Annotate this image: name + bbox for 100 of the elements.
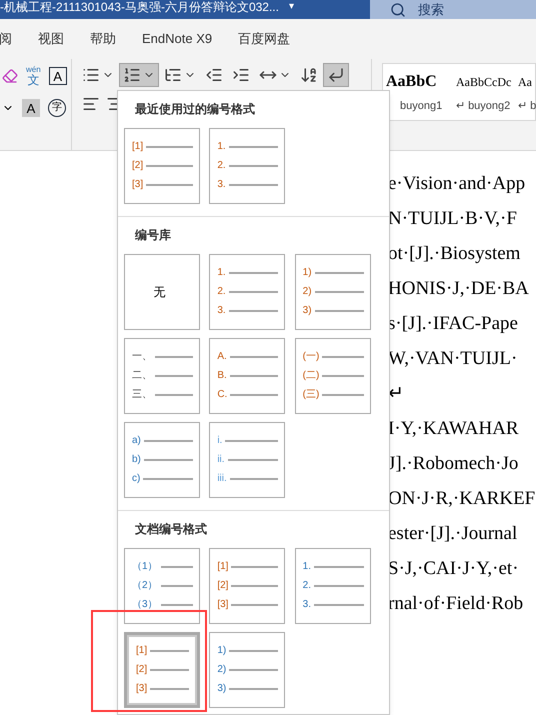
enclose-character-button[interactable]: 字: [48, 99, 66, 117]
menu-tab[interactable]: 帮助: [90, 29, 116, 49]
number-label: 1.: [302, 562, 311, 572]
menu-tab[interactable]: 视图: [38, 29, 64, 49]
number-label: （3）: [132, 600, 158, 610]
bullet-list-icon: [82, 66, 100, 84]
number-label: (三): [302, 390, 320, 400]
section-heading: 文档编号格式: [134, 521, 208, 538]
number-label: 3.: [217, 180, 226, 190]
return-arrow-icon: [327, 66, 345, 84]
numbering-format-option[interactable]: i. ii. iii.: [209, 422, 286, 498]
menu-tab[interactable]: 百度网盘: [238, 29, 290, 49]
decrease-indent-icon: [205, 66, 223, 84]
show-marks-button[interactable]: [323, 63, 349, 87]
number-label: b): [132, 455, 141, 465]
document-text-line: I·Y,·KAWAHAR: [388, 417, 520, 441]
number-label: B.: [217, 371, 227, 381]
option-label: 无: [152, 284, 166, 301]
numbering-format-option[interactable]: 无: [124, 254, 200, 330]
character-border-button[interactable]: A: [48, 67, 67, 85]
section-heading: 最近使用过的编号格式: [134, 101, 256, 118]
numbering-format-option[interactable]: a) b) c): [124, 422, 200, 498]
number-label: 1.: [217, 268, 226, 278]
menu-tab[interactable]: 阅: [0, 29, 12, 49]
number-label: ii.: [217, 455, 225, 465]
section-heading: 编号库: [134, 227, 172, 244]
numbering-format-option[interactable]: [1] [2] [3]: [124, 632, 200, 708]
numbering-format-option[interactable]: 1) 2) 3): [294, 254, 371, 330]
number-label: (二): [302, 371, 320, 381]
number-label: [1]: [217, 562, 228, 572]
menu-tab[interactable]: EndNote X9: [142, 29, 212, 49]
align-left-icon[interactable]: [82, 95, 100, 113]
number-label: 一、: [132, 352, 152, 362]
document-text-line: J].·Robomech·Jo: [388, 452, 520, 476]
number-label: [2]: [136, 665, 148, 675]
document-text-line: HONIS·J,·DE·BA: [388, 277, 530, 301]
numbering-button[interactable]: [119, 63, 159, 87]
numbering-format-option[interactable]: 一、 二、 三、: [124, 338, 200, 414]
numbering-format-option[interactable]: [1] [2] [3]: [209, 548, 286, 624]
number-label: 1): [302, 268, 312, 278]
number-label: 三、: [132, 390, 152, 400]
number-label: 1.: [217, 142, 226, 152]
number-label: 2.: [302, 581, 311, 591]
number-label: 2): [217, 665, 226, 675]
style-option[interactable]: Aa ↵ b: [515, 64, 536, 120]
number-label: 二、: [132, 371, 152, 381]
search-box[interactable]: 搜索: [370, 0, 536, 20]
search-icon: [390, 2, 406, 18]
document-text-line: ot·[J].·Biosystem: [388, 242, 522, 266]
number-label: A.: [217, 352, 227, 362]
window-title: -机械工程-2111301043-马奥强-六月份答辩论文032...: [0, 0, 279, 14]
number-label: [2]: [132, 161, 144, 171]
number-label: 3.: [217, 306, 226, 316]
character-shading-button[interactable]: A: [22, 99, 40, 117]
number-label: 3): [302, 306, 312, 316]
number-label: 3.: [302, 600, 311, 610]
numbering-format-option[interactable]: A. B. C.: [209, 338, 286, 414]
number-label: [1]: [132, 142, 144, 152]
increase-indent-icon: [232, 66, 250, 84]
document-text-line: rnal·of·Field·Rob: [388, 592, 524, 616]
number-label: C.: [217, 390, 228, 400]
style-option[interactable]: AaBbCcDc ↵ buyong2: [453, 64, 515, 120]
number-label: 2.: [217, 161, 226, 171]
number-label: 1): [217, 646, 226, 656]
style-option[interactable]: AaBbC buyong1: [383, 64, 453, 120]
numbering-format-option[interactable]: 1. 2. 3.: [209, 128, 286, 204]
title-caret[interactable]: ▾: [288, 0, 294, 14]
number-label: [3]: [217, 600, 228, 610]
eraser-icon[interactable]: [2, 68, 18, 84]
document-text-line: W,·VAN·TUIJL·: [388, 347, 518, 371]
numbering-format-option[interactable]: 1. 2. 3.: [209, 254, 286, 330]
number-label: [1]: [136, 646, 148, 656]
number-label: a): [132, 436, 141, 446]
number-label: [2]: [217, 581, 228, 591]
numbered-list-icon: [123, 66, 141, 84]
phonetic-guide-button[interactable]: wén 文: [26, 66, 41, 86]
document-text-line: ester·[J].·Journal: [388, 522, 518, 546]
number-label: 2): [302, 287, 312, 297]
number-label: [3]: [136, 684, 148, 694]
document-text-line: e·Vision·and·App: [388, 172, 526, 196]
number-label: (一): [302, 352, 320, 362]
number-label: 2.: [217, 287, 226, 297]
number-label: （1）: [132, 562, 158, 572]
number-label: iii.: [217, 474, 227, 484]
sort-icon: [300, 66, 318, 84]
document-text-line: N·TUIJL·B·V,·F: [388, 207, 518, 231]
numbering-format-option[interactable]: (一) (二) (三): [294, 338, 371, 414]
document-text-line: ON·J·R,·KARKEF: [388, 487, 536, 511]
multilevel-list-icon: [164, 66, 182, 84]
number-label: i.: [217, 436, 222, 446]
number-label: c): [132, 474, 140, 484]
numbering-format-option[interactable]: （1） （2） （3）: [124, 548, 200, 624]
number-label: （2）: [132, 581, 158, 591]
document-text-line: s·[J].·IFAC-Pape: [388, 312, 519, 336]
document-text-line: S·J,·CAI·J·Y,·et·: [388, 557, 520, 581]
number-label: [3]: [132, 180, 144, 190]
numbering-format-option[interactable]: [1] [2] [3]: [124, 128, 200, 204]
numbering-format-option[interactable]: 1. 2. 3.: [294, 548, 371, 624]
numbering-format-option[interactable]: 1) 2) 3): [209, 632, 286, 708]
number-label: 3): [217, 684, 226, 694]
